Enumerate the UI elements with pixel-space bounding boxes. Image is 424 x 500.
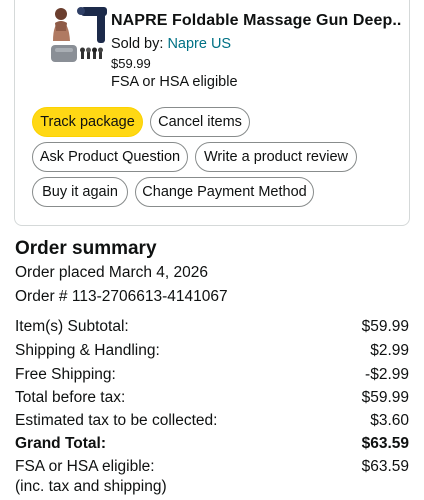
grand-total-value: $63.59 xyxy=(361,435,409,452)
summary-row-label: Total before tax: xyxy=(15,389,126,406)
cancel-items-button[interactable]: Cancel items xyxy=(150,107,250,137)
fsa-note: (inc. tax and shipping) xyxy=(15,478,167,495)
track-package-button[interactable]: Track package xyxy=(32,107,143,137)
summary-row-value: -$2.99 xyxy=(365,366,409,383)
summary-row-value: $2.99 xyxy=(370,342,409,359)
product-title[interactable]: NAPRE Foldable Massage Gun Deep... xyxy=(111,12,401,30)
summary-row-value: $59.99 xyxy=(361,389,409,406)
order-placed-date: Order placed March 4, 2026 xyxy=(15,264,208,281)
summary-row: Free Shipping: -$2.99 xyxy=(15,366,409,384)
summary-row: Estimated tax to be collected: $3.60 xyxy=(15,412,409,430)
seller-link[interactable]: Napre US xyxy=(167,36,231,52)
product-thumbnail[interactable] xyxy=(47,1,113,67)
sold-by-label: Sold by: xyxy=(111,36,164,52)
grand-total-row: Grand Total: $63.59 xyxy=(15,435,409,453)
order-number: Order # 113-2706613-4141067 xyxy=(15,288,228,305)
write-review-button[interactable]: Write a product review xyxy=(195,142,357,172)
change-payment-button[interactable]: Change Payment Method xyxy=(135,177,314,207)
fsa-eligible-row-value: $63.59 xyxy=(361,458,409,475)
summary-row-label: Item(s) Subtotal: xyxy=(15,318,129,335)
fsa-eligible-row-label: FSA or HSA eligible: xyxy=(15,458,155,475)
fsa-eligible-row: FSA or HSA eligible: $63.59 xyxy=(15,458,409,476)
summary-row: Total before tax: $59.99 xyxy=(15,389,409,407)
summary-row: Item(s) Subtotal: $59.99 xyxy=(15,318,409,336)
summary-row-label: Estimated tax to be collected: xyxy=(15,412,218,429)
summary-row-label: Shipping & Handling: xyxy=(15,342,160,359)
summary-row: Shipping & Handling: $2.99 xyxy=(15,342,409,360)
buy-again-button[interactable]: Buy it again xyxy=(32,177,128,207)
product-price: $59.99 xyxy=(111,56,151,71)
grand-total-label: Grand Total: xyxy=(15,435,106,452)
massage-gun-product-image xyxy=(47,1,113,67)
sold-by: Sold by: Napre US xyxy=(111,36,231,52)
summary-row-value: $3.60 xyxy=(370,412,409,429)
summary-row-value: $59.99 xyxy=(361,318,409,335)
summary-row-label: Free Shipping: xyxy=(15,366,116,383)
order-summary-title: Order summary xyxy=(15,238,157,259)
ask-product-question-button[interactable]: Ask Product Question xyxy=(32,142,188,172)
fsa-eligible-label: FSA or HSA eligible xyxy=(111,74,238,90)
